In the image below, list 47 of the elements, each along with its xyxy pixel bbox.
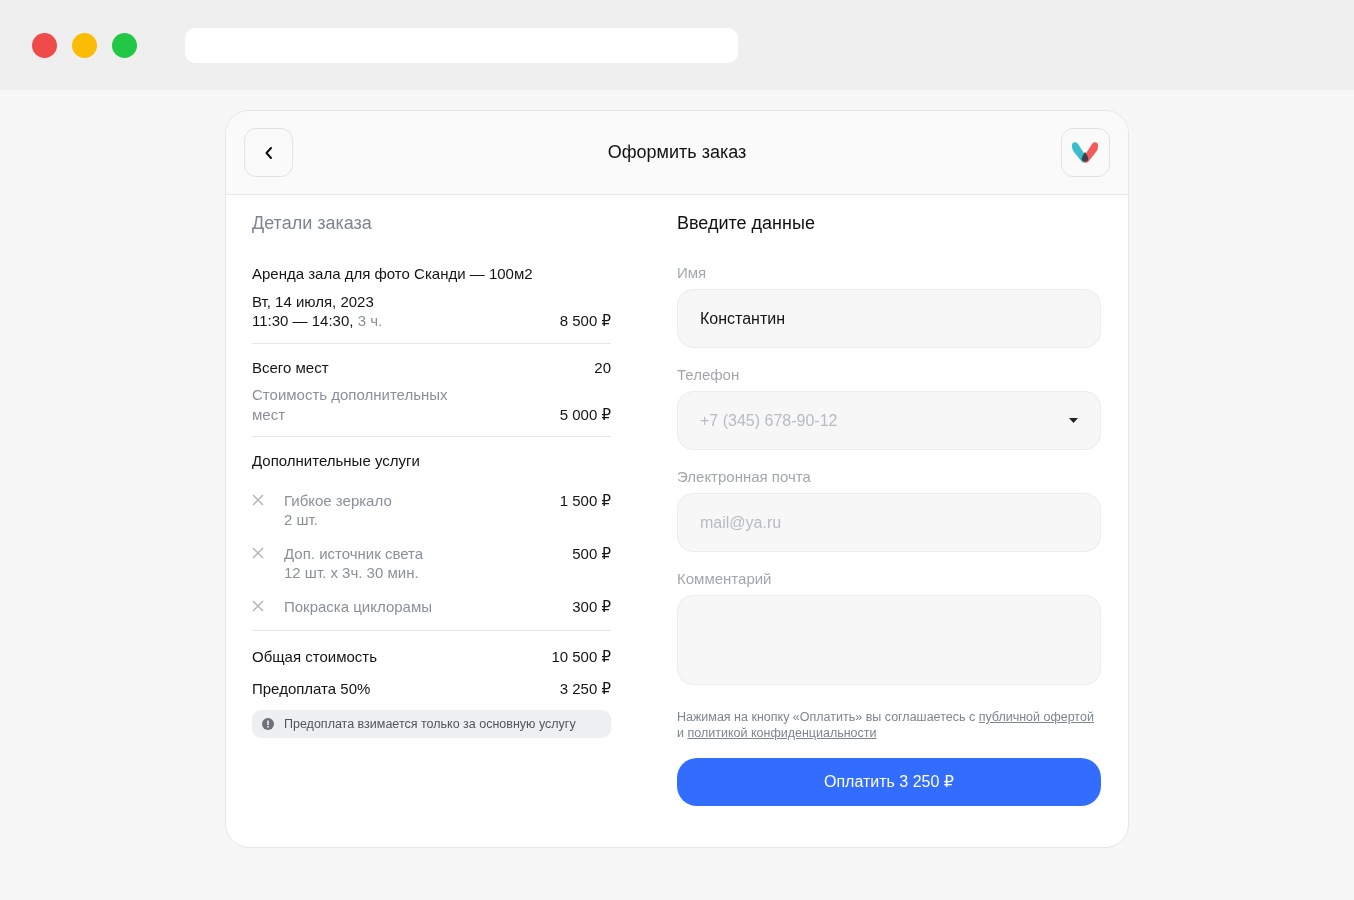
service-item-price: 1 500 ₽ — [559, 490, 611, 511]
info-icon — [262, 718, 274, 730]
logo-button[interactable] — [1061, 128, 1110, 177]
remove-icon[interactable] — [252, 546, 264, 559]
service-item-name: Доп. источник света — [284, 543, 425, 563]
service-item-detail: 2 шт. — [284, 510, 319, 530]
input-field[interactable]: mail@ya.ru — [677, 493, 1101, 552]
service-item-price: 500 ₽ — [572, 543, 611, 564]
seats-value: 20 — [594, 357, 611, 377]
chevron-left-icon — [264, 146, 273, 159]
seats-label: Всего мест — [252, 357, 329, 377]
total-label: Общая стоимость — [252, 647, 377, 667]
logo-icon — [1070, 140, 1101, 165]
prepay-label: Предоплата 50% — [252, 678, 371, 698]
remove-icon[interactable] — [252, 493, 264, 506]
consent-link[interactable]: политикой конфиденциальности — [687, 726, 877, 741]
pay-button[interactable]: Оплатить 3 250 ₽ — [677, 757, 1101, 806]
window-control[interactable] — [32, 32, 57, 58]
total-value: 10 500 ₽ — [551, 647, 611, 667]
consent-text: Нажимая на кнопку «Оплатить» вы соглашаетесь с публичной офертой и политикой конфиденциальности — [677, 709, 1095, 742]
extra-seats-price: 5 000 ₽ — [559, 404, 611, 424]
field-label: Телефон — [677, 366, 741, 383]
service-item-name: Покраска циклорамы — [284, 596, 433, 616]
service-name: Аренда зала для фото Сканди — 100м2 — [252, 264, 534, 284]
field-label: Имя — [677, 264, 708, 281]
service-item-name: Гибкое зеркало — [284, 490, 393, 510]
page-title: Оформить заказ — [607, 142, 747, 163]
window-control[interactable] — [72, 32, 97, 58]
remove-icon[interactable] — [252, 599, 264, 612]
consent-link[interactable]: публичной офертой — [978, 710, 1094, 724]
field-label: Комментарий — [677, 570, 773, 587]
service-price: 8 500 ₽ — [559, 311, 611, 331]
service-date: Вт, 14 июля, 2023 — [252, 291, 375, 311]
window-control[interactable] — [112, 32, 137, 58]
input-field[interactable]: Константин — [677, 289, 1101, 348]
prepay-value: 3 250 ₽ — [559, 678, 611, 698]
field-label: Электронная почта — [677, 468, 812, 485]
service-time: 11:30 — 14:30, 3 ч. — [252, 311, 383, 331]
services-title: Дополнительные услуги — [252, 451, 421, 471]
note-text: Предоплата взимается только за основную услугу — [284, 717, 576, 731]
back-button[interactable] — [244, 128, 293, 177]
dropdown-caret-icon — [1069, 418, 1078, 423]
service-item-price: 300 ₽ — [572, 596, 611, 616]
extra-seats-label: Стоимость дополнительных мест — [252, 385, 449, 424]
service-item-detail: 12 шт. х 3ч. 30 мин. — [284, 563, 420, 583]
section-title: Детали заказа — [252, 213, 373, 234]
form-title: Введите данные — [677, 213, 816, 234]
